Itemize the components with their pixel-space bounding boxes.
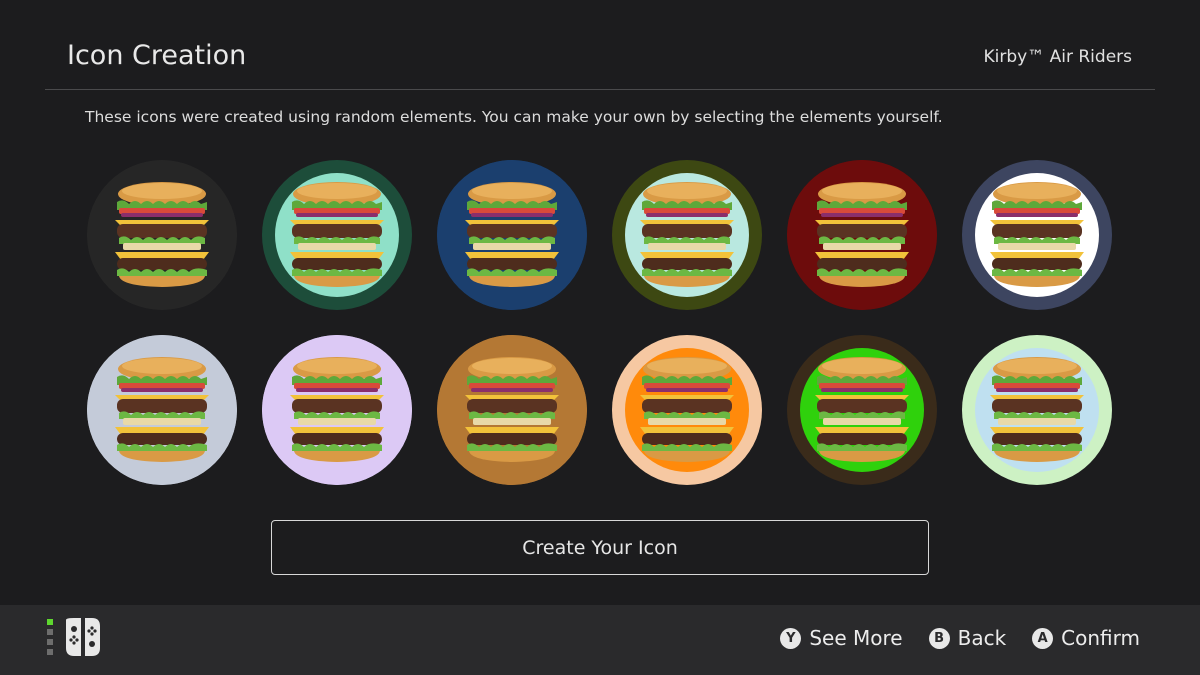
icon-option-5[interactable] — [787, 160, 937, 310]
icon-background — [975, 348, 1099, 472]
hamburger-icon — [465, 182, 559, 287]
icon-option-12[interactable] — [962, 335, 1112, 485]
see-more-hint[interactable]: Y See More — [780, 626, 903, 650]
icon-background — [87, 160, 237, 310]
icon-option-2[interactable] — [262, 160, 412, 310]
hamburger-icon — [465, 357, 559, 462]
create-icon-button[interactable]: Create Your Icon — [271, 520, 929, 575]
icon-background — [975, 173, 1099, 297]
hamburger-icon — [990, 182, 1084, 287]
confirm-hint[interactable]: A Confirm — [1032, 626, 1140, 650]
icon-background — [87, 335, 237, 485]
icon-background — [787, 160, 937, 310]
hamburger-icon — [115, 357, 209, 462]
a-button-icon: A — [1032, 627, 1054, 649]
icon-background — [625, 173, 749, 297]
hamburger-icon — [290, 357, 384, 462]
see-more-label: See More — [809, 626, 903, 650]
icon-option-6[interactable] — [962, 160, 1112, 310]
icon-option-4[interactable] — [612, 160, 762, 310]
icon-option-8[interactable] — [262, 335, 412, 485]
hamburger-icon — [640, 357, 734, 462]
back-hint[interactable]: B Back — [928, 626, 1007, 650]
hamburger-icon — [815, 182, 909, 287]
icon-option-9[interactable] — [437, 335, 587, 485]
y-button-icon: Y — [780, 627, 802, 649]
hamburger-icon — [990, 357, 1084, 462]
icon-option-11[interactable] — [787, 335, 937, 485]
hamburger-icon — [290, 182, 384, 287]
hamburger-icon — [815, 357, 909, 462]
b-button-icon: B — [928, 627, 950, 649]
icon-background — [625, 348, 749, 472]
hamburger-icon — [115, 182, 209, 287]
icon-option-3[interactable] — [437, 160, 587, 310]
icon-background — [437, 335, 587, 485]
joycon-controller-icon — [66, 618, 100, 656]
icon-option-7[interactable] — [87, 335, 237, 485]
controller-indicator — [47, 619, 53, 655]
hamburger-icon — [640, 182, 734, 287]
icon-background — [437, 160, 587, 310]
icon-background — [262, 335, 412, 485]
back-label: Back — [957, 626, 1007, 650]
button-hints: Y See More B Back A Confirm — [780, 623, 1140, 653]
icon-option-10[interactable] — [612, 335, 762, 485]
icon-background — [275, 173, 399, 297]
icon-option-1[interactable] — [87, 160, 237, 310]
icon-background — [800, 348, 924, 472]
confirm-label: Confirm — [1061, 626, 1140, 650]
